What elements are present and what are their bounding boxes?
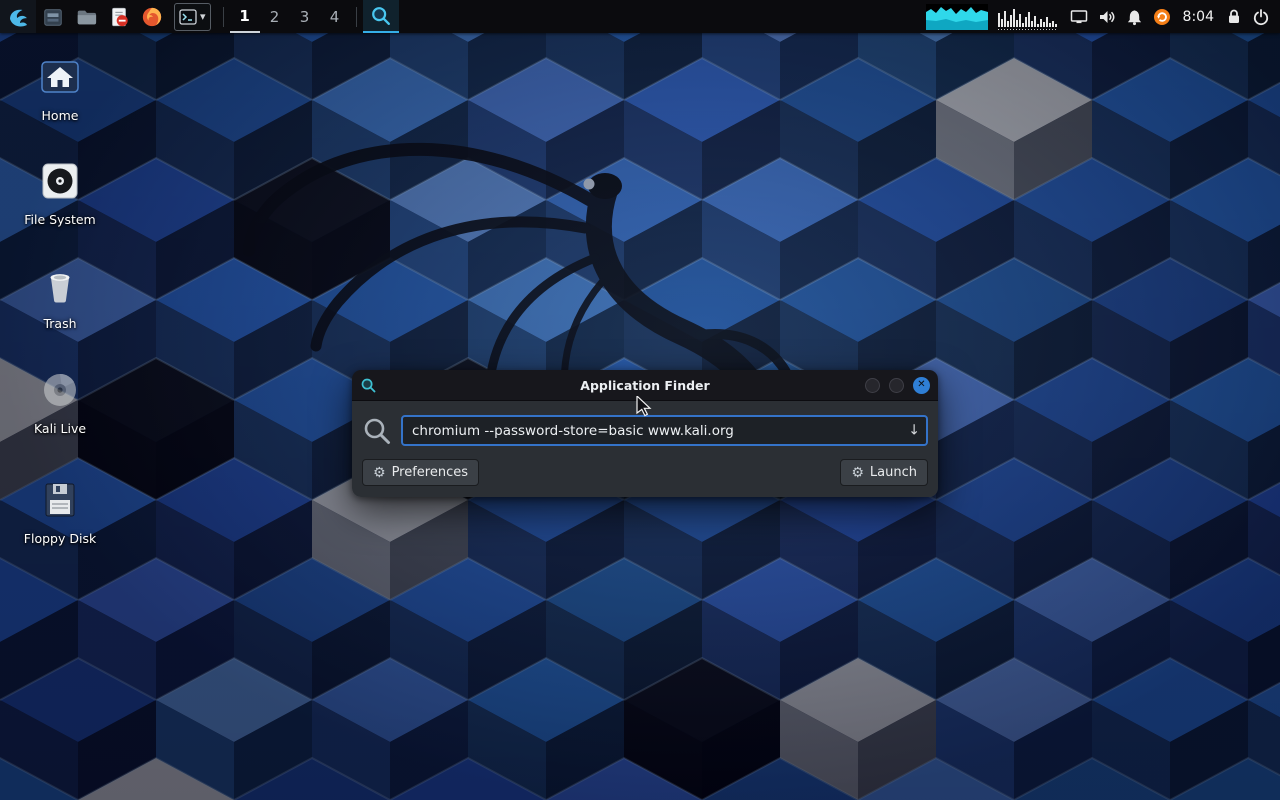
desktop-icon-floppy-disk[interactable]: Floppy Disk [12,478,108,546]
execute-icon: ⚙ [851,464,864,481]
minimize-button[interactable] [865,377,880,393]
power-icon [1253,8,1269,25]
gear-icon: ⚙ [373,464,386,481]
desktop-icon-home[interactable]: Home [12,55,108,123]
close-icon: ✕ [917,379,926,390]
workspace-3[interactable]: 3 [290,0,320,33]
applications-menu-button[interactable] [0,0,36,33]
terminal-dropdown-launcher[interactable]: ▾ [174,2,211,31]
desktop-icon-trash[interactable]: Trash [12,263,108,331]
cdrom-disc-icon [44,373,76,406]
chevron-down-icon[interactable]: ▾ [200,11,206,22]
spectrum-monitor-widget[interactable] [997,2,1060,32]
launcher-folders[interactable] [72,3,99,30]
desktop-icon-kali-live[interactable]: Kali Live [12,368,108,436]
dialog-buttons: ⚙ Preferences ⚙ Launch [362,459,928,486]
appfinder-window-icon [361,378,376,392]
document-icon [111,7,128,26]
desktop-icon-label: File System [24,212,96,227]
top-panel: ▾ 1 2 3 4 8:04 [0,0,1280,33]
launcher-text-editor[interactable] [105,3,132,30]
terminal-icon [179,8,197,25]
taskbar-application-finder[interactable] [362,0,399,33]
close-button[interactable]: ✕ [913,376,930,394]
firefox-icon [142,7,161,26]
cpu-graph-icon [925,3,988,30]
bell-icon [1127,9,1141,25]
launcher-file-manager[interactable] [39,3,66,30]
window-title: Application Finder [580,377,710,393]
launcher-firefox[interactable] [138,3,165,30]
desktop-icon-file-system[interactable]: File System [12,159,108,227]
search-icon [364,418,390,444]
lock-icon [1229,9,1239,23]
desktop-icon-label: Trash [43,316,77,331]
speaker-icon [1099,10,1114,23]
updates-tray-icon[interactable] [1153,8,1171,26]
panel-right-group: 8:04 [925,0,1280,33]
application-finder-window: Application Finder ✕ ↓ [352,370,938,497]
trash-icon [50,274,70,303]
workspace-2[interactable]: 2 [260,0,290,33]
preferences-label: Preferences [391,465,469,480]
workspace-1[interactable]: 1 [229,0,260,33]
file-system-disk-icon [42,163,78,199]
desktop-icon-label: Kali Live [33,421,87,436]
floppy-disk-icon [45,483,75,517]
launch-label: Launch [869,465,917,480]
panel-separator [222,6,224,27]
kali-menu-icon [10,9,27,26]
file-manager-icon [43,8,62,26]
workspace-4[interactable]: 4 [320,0,350,33]
dragon-eye [583,178,595,190]
spectrum-bars-icon [997,8,1058,30]
cpu-graph-widget[interactable] [925,3,988,30]
home-folder-icon [41,61,79,93]
volume-tray-icon[interactable] [1098,8,1116,26]
search-icon [371,6,390,25]
desktop-icon-label: Floppy Disk [23,531,97,546]
maximize-button[interactable] [889,377,904,393]
clock[interactable]: 8:04 [1181,9,1216,25]
desktop-icon-label: Home [41,108,79,123]
command-entry-wrap: ↓ [401,415,928,446]
window-controls: ✕ [865,376,930,394]
notifications-tray-icon[interactable] [1126,8,1143,26]
display-icon [1070,9,1087,23]
appfinder-body: ↓ ⚙ Preferences ⚙ Launch [352,401,938,497]
preferences-button[interactable]: ⚙ Preferences [362,459,480,486]
desktop-screen: Home File System Trash Kali Live Floppy … [0,0,1280,800]
folder-icon [77,10,96,24]
command-input[interactable] [401,415,928,446]
panel-separator [355,6,357,27]
launch-button[interactable]: ⚙ Launch [840,459,928,486]
window-titlebar[interactable]: Application Finder ✕ [352,370,938,401]
search-row: ↓ [362,415,928,446]
screen-lock-tray-icon[interactable] [1226,8,1242,25]
update-icon [1153,8,1170,25]
panel-left-group: ▾ 1 2 3 4 [0,0,399,33]
logout-tray-icon[interactable] [1252,8,1270,26]
display-tray-icon[interactable] [1070,8,1088,26]
